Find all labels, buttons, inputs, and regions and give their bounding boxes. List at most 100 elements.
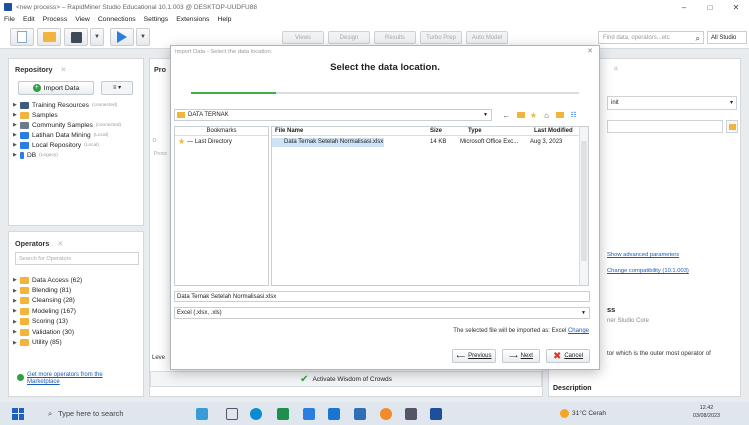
run-button[interactable] — [110, 28, 134, 46]
browse-folder-button[interactable] — [726, 120, 738, 133]
operator-group[interactable]: ▶ Utility (85) — [13, 337, 82, 347]
run-dropdown-button[interactable]: ▼ — [136, 28, 150, 46]
tab-turbo-prep[interactable]: Turbo Prep — [420, 31, 462, 44]
save-button[interactable] — [64, 28, 88, 46]
settings-icon[interactable] — [405, 408, 417, 420]
close-icon[interactable]: ✕ — [61, 65, 67, 74]
column-file-name[interactable]: File Name — [275, 127, 303, 136]
maximize-button[interactable]: □ — [697, 0, 723, 14]
spreadsheet-app-icon[interactable] — [277, 408, 289, 420]
column-type[interactable]: Type — [468, 127, 482, 136]
menu-extensions[interactable]: Extensions — [176, 16, 209, 23]
edge-browser-icon[interactable] — [250, 408, 262, 420]
close-icon[interactable]: ✕ — [613, 65, 619, 73]
file-row[interactable]: Data Ternak Setelah Normalisasi.xlsx 14 … — [272, 138, 579, 147]
photos-icon[interactable] — [354, 408, 366, 420]
operator-group[interactable]: ▶ Scoring (13) — [13, 317, 82, 327]
repo-item-training-resources[interactable]: ▶ Training Resources (connected) — [13, 100, 121, 110]
repository-menu-button[interactable]: ≡ ▾ — [101, 81, 133, 95]
tab-views[interactable]: Views — [282, 31, 324, 44]
bookmark-last-directory[interactable]: ★ — Last Directory — [175, 137, 268, 146]
folder-icon — [20, 328, 29, 336]
open-process-button[interactable] — [37, 28, 61, 46]
menu-settings[interactable]: Settings — [144, 16, 169, 23]
column-last-modified[interactable]: Last Modified — [534, 127, 573, 136]
new-file-icon — [17, 31, 27, 43]
home-icon[interactable]: ⌂ — [541, 109, 552, 121]
windows-start-icon[interactable] — [12, 407, 24, 420]
operators-panel: Operators ✕ Search for Operators ▶ Data Ac… — [8, 231, 144, 397]
repo-item-db[interactable]: ▶ DB (Legacy) — [13, 150, 121, 160]
repo-item-samples[interactable]: ▶ Samples — [13, 110, 121, 120]
bookmark-icon[interactable]: ★ — [528, 109, 539, 121]
global-search-input[interactable]: Find data, operators...etc ⌕ — [598, 31, 704, 44]
repo-item-community-samples[interactable]: ▶ Community Samples (connected) — [13, 120, 121, 130]
tab-results[interactable]: Results — [374, 31, 416, 44]
new-process-button[interactable] — [10, 28, 34, 46]
folder-icon — [20, 276, 29, 284]
operator-source: ner Studio Core — [607, 318, 650, 324]
scrollbar-thumb[interactable] — [581, 141, 587, 261]
repository-tree: ▶ Training Resources (connected) ▶ Samples … — [13, 100, 121, 160]
minimize-button[interactable]: – — [671, 0, 697, 14]
copilot-icon[interactable] — [196, 408, 208, 420]
file-type-select[interactable]: Excel (.xlsx, .xls) ▼ — [174, 307, 590, 319]
wisdom-of-crowds-button[interactable]: ✔ Activate Wisdom of Crowds — [150, 371, 542, 387]
advanced-parameters-link[interactable]: Show advanced parameters — [607, 252, 679, 258]
taskbar-clock[interactable]: 12.42 03/08/2023 — [693, 404, 720, 420]
tab-design[interactable]: Design — [328, 31, 370, 44]
menu-connections[interactable]: Connections — [98, 16, 136, 23]
store-icon[interactable] — [303, 408, 315, 420]
compatibility-link[interactable]: Change compatibility (10.1.003) — [607, 268, 689, 274]
next-button[interactable]: ⟶ Next — [502, 349, 540, 363]
save-dropdown-button[interactable]: ▼ — [90, 28, 104, 46]
parameter-input[interactable] — [607, 120, 723, 133]
file-list-scrollbar[interactable] — [579, 127, 588, 285]
folder-icon — [20, 297, 29, 305]
repo-item-local-repository[interactable]: ▶ Local Repository (Local) — [13, 140, 121, 150]
menu-view[interactable]: View — [75, 16, 90, 23]
close-icon[interactable]: ✕ — [587, 47, 593, 55]
operator-description: tor which is the outer most operator of — [607, 350, 711, 357]
cancel-button[interactable]: ✖ Cancel — [546, 349, 590, 363]
close-button[interactable]: ✕ — [723, 0, 749, 14]
firefox-icon[interactable] — [380, 408, 392, 420]
parameter-select[interactable]: init ▾ — [607, 96, 737, 110]
bookmarks-header: Bookmarks — [175, 127, 268, 136]
menu-help[interactable]: Help — [217, 16, 231, 23]
previous-button[interactable]: ⟵ Previous — [452, 349, 496, 363]
menu-process[interactable]: Process — [43, 16, 68, 23]
import-data-button[interactable]: + Import Data — [18, 81, 94, 95]
tab-auto-model[interactable]: Auto Model — [466, 31, 508, 44]
close-icon[interactable]: ✕ — [57, 239, 63, 248]
location-combobox[interactable]: DATA TERNAK ▼ — [174, 109, 492, 121]
operator-group[interactable]: ▶ Validation (30) — [13, 327, 82, 337]
change-format-link[interactable]: Change — [568, 328, 589, 334]
operator-search-input[interactable]: Search for Operators — [15, 252, 139, 265]
view-menu-icon[interactable]: ☷ — [568, 109, 579, 121]
operator-group[interactable]: ▶ Modeling (167) — [13, 306, 82, 316]
marketplace-link[interactable]: Get more operators from the Marketplace — [17, 372, 103, 386]
up-folder-icon[interactable] — [515, 109, 526, 121]
weather-widget[interactable]: 31°C Cerah — [560, 409, 606, 418]
repo-item-latihan-data-mining[interactable]: ▶ Latihan Data Mining (Local) — [13, 130, 121, 140]
search-icon: ⌕ — [695, 34, 700, 43]
studio-selector[interactable]: All Studio — [707, 31, 747, 44]
taskbar-search[interactable]: ⌕ Type here to search — [48, 409, 123, 419]
operator-group[interactable]: ▶ Cleansing (28) — [13, 296, 82, 306]
app-icon — [4, 3, 12, 11]
menu-edit[interactable]: Edit — [23, 16, 35, 23]
rapidminer-taskbar-icon[interactable] — [430, 408, 442, 420]
back-arrow-icon[interactable]: ← — [501, 109, 512, 121]
operator-group[interactable]: ▶ Blending (81) — [13, 285, 82, 295]
task-view-icon[interactable] — [226, 408, 238, 420]
file-name-field[interactable]: Data Ternak Setelah Normalisasi.xlsx — [174, 291, 590, 302]
menu-file[interactable]: File — [4, 16, 15, 23]
file-modified: Aug 3, 2023 — [530, 139, 563, 145]
chevron-down-icon: ▼ — [483, 112, 488, 118]
mail-icon[interactable] — [328, 408, 340, 420]
new-folder-icon[interactable] — [554, 109, 565, 121]
operator-group[interactable]: ▶ Data Access (62) — [13, 275, 82, 285]
chevron-down-icon: ▼ — [581, 310, 586, 316]
column-size[interactable]: Size — [430, 127, 442, 136]
